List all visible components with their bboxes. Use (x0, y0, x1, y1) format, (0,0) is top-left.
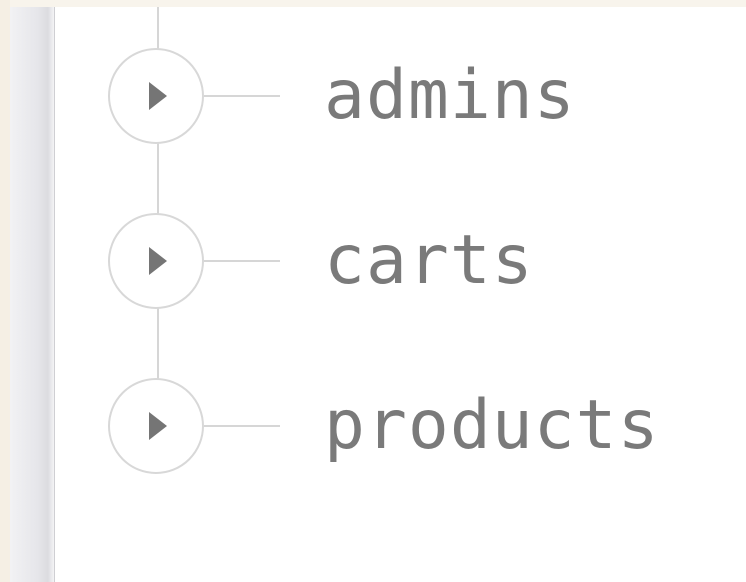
expand-products-button[interactable] (108, 378, 204, 474)
tree-node-products: products (108, 378, 708, 474)
tree-node-admins: admins (108, 48, 708, 144)
chevron-right-icon (149, 82, 167, 110)
tree-trunk-line (157, 305, 159, 381)
chevron-right-icon (149, 247, 167, 275)
collection-label-products[interactable]: products (324, 384, 660, 468)
tree-trunk-line (157, 7, 159, 49)
tree-branch-connector (204, 95, 280, 97)
chevron-right-icon (149, 412, 167, 440)
left-background-strip (0, 0, 10, 582)
collection-tree: admins carts products (10, 7, 746, 582)
tree-node-carts: carts (108, 213, 708, 309)
tree-branch-connector (204, 260, 280, 262)
collection-label-carts[interactable]: carts (324, 219, 534, 303)
expand-carts-button[interactable] (108, 213, 204, 309)
tree-branch-connector (204, 425, 280, 427)
collection-label-admins[interactable]: admins (324, 54, 576, 138)
expand-admins-button[interactable] (108, 48, 204, 144)
collections-panel: admins carts products (10, 7, 746, 582)
tree-trunk-line (157, 141, 159, 219)
